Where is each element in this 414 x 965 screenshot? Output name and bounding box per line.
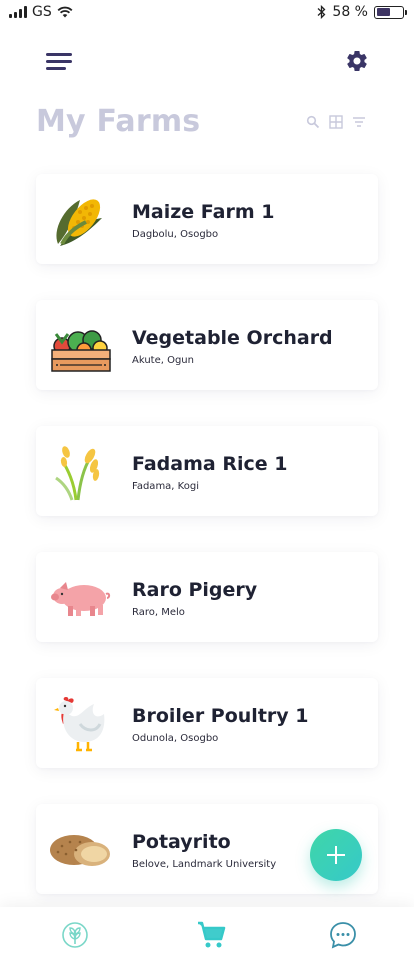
chat-bubble-icon[interactable] xyxy=(328,920,358,950)
grid-view-icon[interactable] xyxy=(329,115,343,129)
farm-location: Raro, Melo xyxy=(132,607,185,618)
farm-name: Broiler Poultry 1 xyxy=(132,705,309,727)
bottom-nav xyxy=(0,907,414,965)
status-bar: GS 58 % xyxy=(0,0,414,28)
potato-icon xyxy=(50,835,110,866)
search-icon[interactable] xyxy=(306,115,320,129)
chicken-icon xyxy=(54,697,105,752)
page-title: My Farms xyxy=(36,104,201,139)
view-tools xyxy=(306,115,366,129)
maize-icon xyxy=(56,199,102,246)
battery-percent: 58 % xyxy=(332,4,368,20)
farm-card-rice[interactable]: Fadama Rice 1 Fadama, Kogi xyxy=(36,426,378,516)
farm-card-poultry[interactable]: Broiler Poultry 1 Odunola, Osogbo xyxy=(36,678,378,768)
filter-icon[interactable] xyxy=(352,115,366,129)
bluetooth-icon xyxy=(317,5,326,19)
farm-location: Fadama, Kogi xyxy=(132,481,199,492)
shopping-cart-icon[interactable] xyxy=(197,920,227,950)
rice-icon xyxy=(55,446,100,501)
pig-icon xyxy=(51,582,111,616)
farm-card-pigery[interactable]: Raro Pigery Raro, Melo xyxy=(36,552,378,642)
farm-name: Vegetable Orchard xyxy=(132,327,333,349)
farm-name: Raro Pigery xyxy=(132,579,258,601)
farm-name: Maize Farm 1 xyxy=(132,201,275,223)
farm-leaf-icon[interactable] xyxy=(60,920,90,950)
farm-location: Odunola, Osogbo xyxy=(132,733,219,744)
status-left: GS xyxy=(9,4,73,20)
vegetable-crate-icon xyxy=(51,330,111,372)
gear-icon[interactable] xyxy=(345,49,369,73)
farm-name: Fadama Rice 1 xyxy=(132,453,288,475)
status-right: 58 % xyxy=(317,4,407,20)
wifi-icon xyxy=(57,6,73,18)
hamburger-menu-icon[interactable] xyxy=(46,53,72,71)
add-farm-button[interactable] xyxy=(310,829,362,881)
signal-icon xyxy=(9,6,27,18)
farm-card-maize[interactable]: Maize Farm 1 Dagbolu, Osogbo xyxy=(36,174,378,264)
farm-location: Belove, Landmark University xyxy=(132,859,277,870)
battery-icon xyxy=(374,5,407,19)
farm-card-vegetable[interactable]: Vegetable Orchard Akute, Ogun xyxy=(36,300,378,390)
farm-location: Akute, Ogun xyxy=(132,355,194,366)
battery-level xyxy=(376,8,390,16)
farm-name: Potayrito xyxy=(132,831,231,853)
carrier-label: GS xyxy=(32,4,52,20)
farm-location: Dagbolu, Osogbo xyxy=(132,229,219,240)
